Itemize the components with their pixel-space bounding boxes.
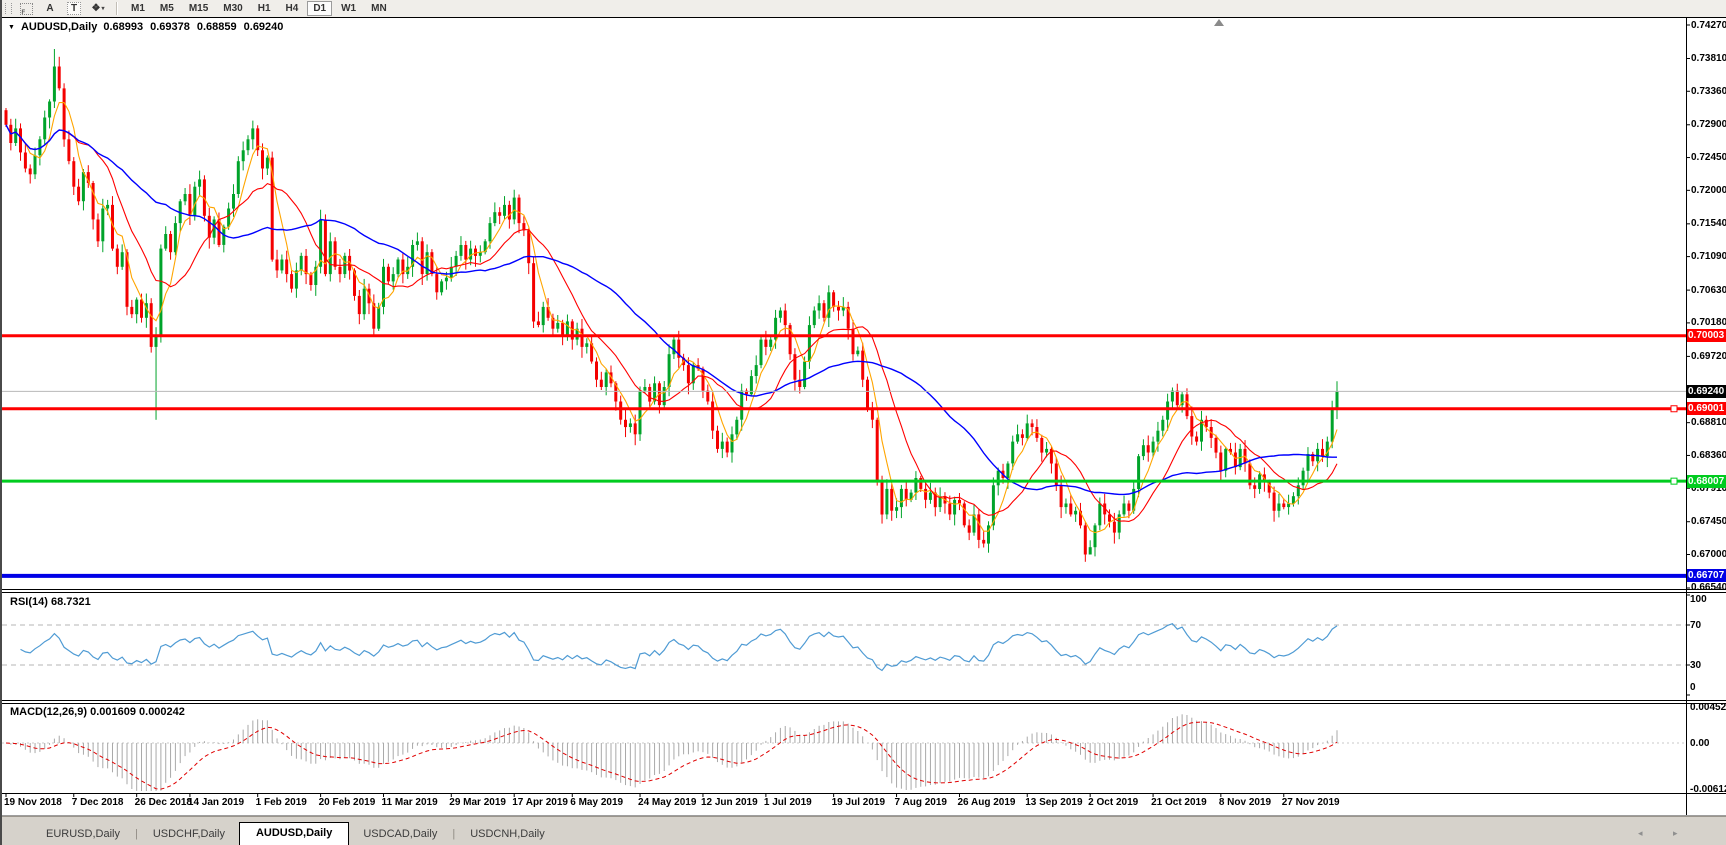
ohlc-high: 0.69378 xyxy=(150,21,190,33)
chart-symbol: AUDUSD,Daily xyxy=(21,21,97,33)
price-badge-0.70003: 0.70003 xyxy=(1687,329,1726,342)
rsi-line xyxy=(21,624,1338,671)
macd-histogram xyxy=(6,714,1337,791)
price-badge-0.69001: 0.69001 xyxy=(1687,402,1726,415)
chart-canvas[interactable] xyxy=(2,0,1726,845)
macd-label: MACD(12,26,9) 0.001609 0.000242 xyxy=(10,706,185,718)
hline-handle[interactable] xyxy=(1671,406,1677,412)
chart-title: ▼ AUDUSD,Daily 0.68993 0.69378 0.68859 0… xyxy=(8,21,283,33)
price-badge-0.68007: 0.68007 xyxy=(1687,475,1726,488)
rsi-label: RSI(14) 68.7321 xyxy=(10,596,91,608)
macd-signal-line xyxy=(6,722,1337,789)
collapse-caret-icon[interactable]: ▼ xyxy=(8,24,15,31)
chart-shift-marker[interactable] xyxy=(1214,19,1224,26)
current-price-badge: 0.69240 xyxy=(1687,385,1726,398)
hline-handle[interactable] xyxy=(1671,478,1677,484)
price-badge-0.66707: 0.66707 xyxy=(1687,569,1726,582)
ohlc-close: 0.69240 xyxy=(244,21,284,33)
ohlc-low: 0.68859 xyxy=(197,21,237,33)
trading-terminal-window: F A T ❖ ▾ M1M5M15M30H1H4D1W1MN ▼ AUDUSD,… xyxy=(0,0,1726,845)
ohlc-open: 0.68993 xyxy=(103,21,143,33)
candles-layer xyxy=(5,49,1339,562)
